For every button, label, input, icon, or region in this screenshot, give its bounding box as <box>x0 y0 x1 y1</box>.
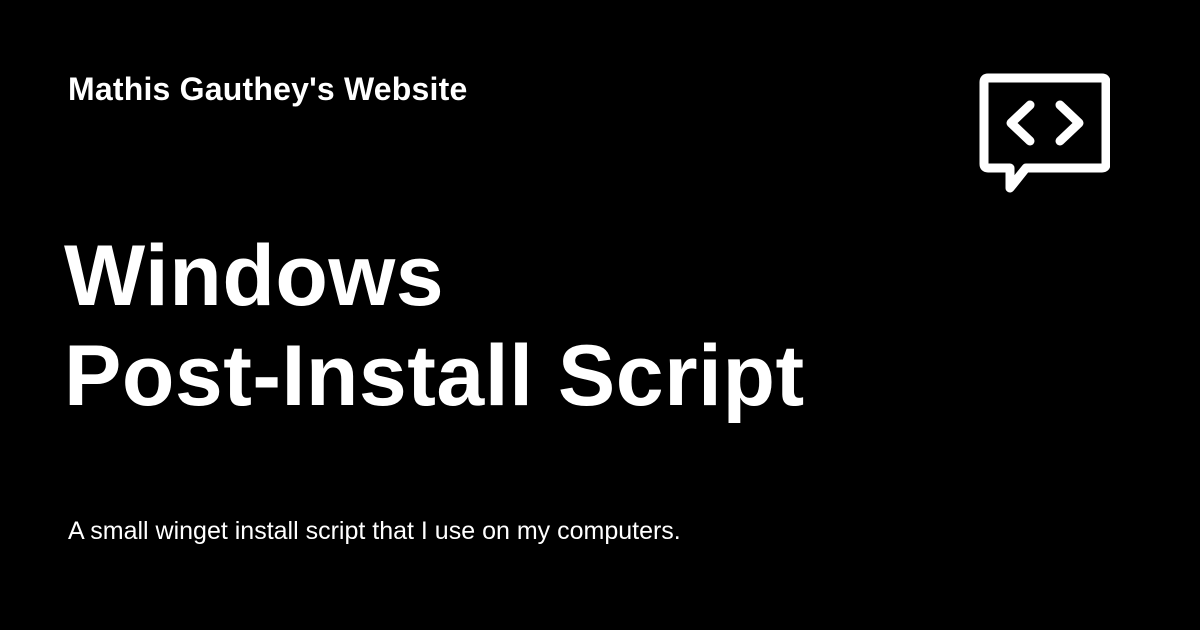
social-preview-card: Mathis Gauthey's Website Windows Post-In… <box>0 0 1200 630</box>
post-title: Windows Post-Install Script <box>64 226 924 426</box>
post-title-line-2: Post-Install Script <box>64 327 805 424</box>
site-name: Mathis Gauthey's Website <box>68 71 468 107</box>
post-title-line-1: Windows <box>64 227 445 324</box>
post-description: A small winget install script that I use… <box>68 517 681 545</box>
code-chat-bubble-icon <box>979 73 1110 193</box>
